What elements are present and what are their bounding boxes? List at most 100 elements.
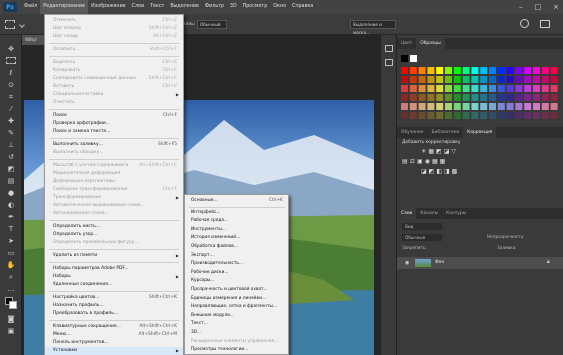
color-swatch[interactable] [480, 112, 488, 119]
color-swatch[interactable] [515, 85, 523, 92]
lasso-tool-icon[interactable]: ℓ [6, 69, 16, 78]
color-swatch[interactable] [497, 76, 505, 83]
tab-paths[interactable]: Контуры [442, 208, 470, 219]
swatches-grid[interactable] [401, 55, 560, 137]
color-swatch[interactable] [409, 112, 417, 119]
color-swatch[interactable] [489, 76, 496, 83]
menu-item[interactable]: Деформация перспективы [45, 178, 183, 186]
marquee-tool-icon[interactable] [5, 20, 15, 29]
color-swatch[interactable] [462, 67, 470, 74]
color-swatch[interactable] [550, 112, 558, 119]
move-tool-icon[interactable]: ✥ [6, 45, 16, 54]
color-swatch[interactable] [524, 94, 532, 101]
color-swatch[interactable] [427, 103, 435, 110]
maximize-icon[interactable]: □ [535, 3, 542, 11]
color-swatch[interactable] [480, 85, 488, 92]
color-swatch[interactable] [550, 85, 558, 92]
menu-item[interactable]: Установки ▶ [45, 347, 183, 355]
color-swatch[interactable] [427, 85, 435, 92]
submenu-item[interactable]: Курсоры... [185, 277, 288, 285]
submenu-item[interactable]: Расширенные элементы управления... [185, 338, 288, 346]
color-swatch[interactable] [480, 76, 488, 83]
color-swatch[interactable] [489, 67, 496, 74]
menu-item[interactable]: Меню... Alt+Shift+Ctrl+M [45, 331, 183, 339]
menu-help[interactable]: Справка [289, 0, 316, 14]
color-swatch[interactable] [524, 67, 532, 74]
color-swatch[interactable] [409, 67, 417, 74]
color-swatch[interactable] [462, 94, 470, 101]
search-icon[interactable] [520, 19, 529, 28]
menu-item[interactable]: Автоналожение слоев... [45, 210, 183, 218]
tab-color[interactable]: Цвет [397, 38, 416, 49]
blur-tool-icon[interactable]: ● [6, 189, 16, 198]
color-swatch[interactable] [471, 76, 479, 83]
color-swatch[interactable] [489, 94, 496, 101]
menu-item[interactable]: Определить кисть... [45, 223, 183, 231]
submenu-item[interactable]: Инструменты... [185, 226, 288, 234]
pen-tool-icon[interactable]: ✒ [6, 213, 16, 222]
color-swatch[interactable] [418, 112, 426, 119]
color-swatch[interactable] [471, 85, 479, 92]
menu-item[interactable]: Поиск и замена текста... [45, 128, 183, 136]
color-swatch[interactable] [436, 76, 444, 83]
color-swatch[interactable] [506, 67, 514, 74]
close-icon[interactable]: × [553, 3, 559, 11]
color-swatch[interactable] [533, 94, 540, 101]
menu-item[interactable]: Удалить из памяти ▶ [45, 252, 183, 260]
menu-edit[interactable]: Редактирование [40, 0, 89, 14]
color-swatch[interactable] [515, 76, 523, 83]
color-swatch[interactable] [489, 112, 496, 119]
color-swatch[interactable] [480, 67, 488, 74]
path-select-tool-icon[interactable]: ➤ [6, 237, 16, 246]
layers-blend-mode[interactable]: Обычные [402, 234, 442, 241]
color-swatch[interactable] [533, 76, 540, 83]
color-swatch[interactable] [515, 67, 523, 74]
crop-tool-icon[interactable]: ⌗ [6, 93, 16, 102]
color-swatch[interactable] [541, 103, 549, 110]
shape-tool-icon[interactable]: ▭ [6, 249, 16, 258]
color-swatch[interactable] [497, 112, 505, 119]
color-swatch[interactable] [409, 94, 417, 101]
submenu-item[interactable]: Текст... [185, 320, 288, 328]
color-swatch[interactable] [471, 94, 479, 101]
color-swatch[interactable] [533, 85, 540, 92]
stamp-tool-icon[interactable]: ⊥ [6, 141, 16, 150]
menu-item[interactable]: Трансформирование ▶ [45, 194, 183, 202]
menu-item[interactable]: Специальная вставка ▶ [45, 91, 183, 99]
chevron-down-icon[interactable] [19, 22, 25, 28]
color-swatch[interactable] [436, 67, 444, 74]
color-swatch[interactable] [471, 67, 479, 74]
submenu-item[interactable]: Просмотры технологии... [185, 346, 288, 354]
color-swatch[interactable] [418, 85, 426, 92]
color-swatch[interactable] [550, 94, 558, 101]
color-swatch[interactable] [401, 112, 408, 119]
color-swatch[interactable] [427, 112, 435, 119]
color-swatch[interactable] [541, 94, 549, 101]
color-swatch[interactable] [453, 94, 461, 101]
properties-panel-icon[interactable] [385, 59, 393, 66]
color-swatch[interactable] [462, 112, 470, 119]
color-swatch[interactable] [533, 67, 540, 74]
style-select[interactable]: Обычный [197, 20, 227, 29]
color-swatch[interactable] [506, 112, 514, 119]
color-swatch[interactable] [418, 94, 426, 101]
layers-kind-filter[interactable]: Вид [402, 223, 442, 230]
color-swatch[interactable] [427, 94, 435, 101]
color-swatch[interactable] [453, 103, 461, 110]
menu-item[interactable]: Наборы ▶ [45, 273, 183, 281]
color-swatch[interactable] [506, 94, 514, 101]
color-swatch[interactable] [524, 112, 532, 119]
color-swatch[interactable] [418, 76, 426, 83]
color-swatch[interactable] [550, 76, 558, 83]
color-swatch[interactable] [524, 103, 532, 110]
color-swatch[interactable] [462, 103, 470, 110]
color-swatch[interactable] [480, 103, 488, 110]
brush-tool-icon[interactable]: ✎ [6, 129, 16, 138]
menu-item[interactable]: Вставить Ctrl+V [45, 83, 183, 91]
tab-learn[interactable]: Обучение [397, 127, 427, 138]
color-swatch[interactable] [462, 76, 470, 83]
quick-select-tool-icon[interactable]: ⊙ [6, 81, 16, 90]
color-swatch[interactable] [489, 85, 496, 92]
color-swatch[interactable] [445, 94, 452, 101]
submenu-item[interactable]: Обработка файлов... [185, 243, 288, 251]
